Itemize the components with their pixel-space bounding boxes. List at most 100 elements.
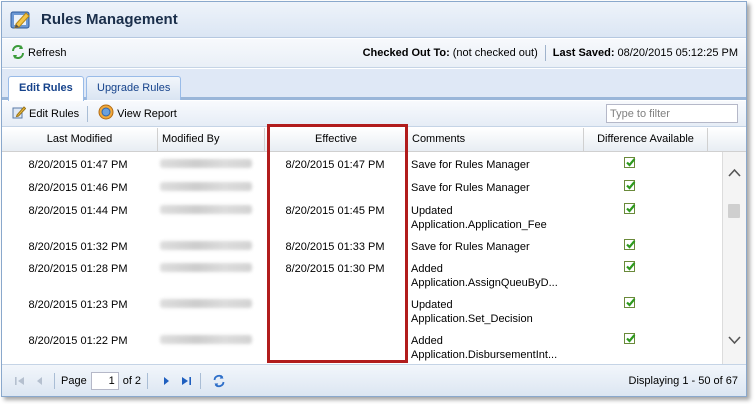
scroll-down-icon[interactable] [728,336,741,345]
checkmark-icon [624,239,636,250]
last-modified-cell: 8/20/2015 01:47 PM [28,159,128,171]
difference-checkbox[interactable] [624,203,636,214]
edit-rules-label: Edit Rules [29,107,80,120]
paging-toolbar: Page of 2 Displaying 1 - 50 of 67 [2,364,746,396]
comment-cell: Added Application.DisbursementInt... [411,334,576,362]
table-row[interactable]: 8/20/2015 01:23 PM Updated Application.Se… [2,292,722,328]
difference-checkbox[interactable] [624,157,636,168]
difference-checkbox[interactable] [624,180,636,191]
edit-rules-button[interactable]: Edit Rules [12,105,79,122]
first-page-icon[interactable] [12,373,28,389]
checkmark-icon [624,180,636,191]
comment-line-1: Save for Rules Manager [411,241,530,253]
table-row[interactable]: 8/20/2015 01:46 PM Save for Rules Manage… [2,175,722,198]
effective-cell: 8/20/2015 01:45 PM [285,205,385,217]
rules-management-window: Rules Management Refresh Checked Out To:… [1,1,747,397]
checked-out-label: Checked Out To: [362,47,450,59]
comment-line-2: Application.AssignQueuByD... [411,277,558,289]
modified-by-cell-redacted [160,158,264,172]
pager-separator [147,372,149,389]
last-saved-value: 08/20/2015 05:12:25 PM [617,47,738,59]
edit-icon [12,105,27,122]
filter-input[interactable] [606,104,738,123]
checkout-status: Checked Out To: (not checked out) Last S… [363,45,738,61]
effective-cell: 8/20/2015 01:47 PM [285,159,385,171]
table-row[interactable]: 8/20/2015 01:32 PM 8/20/2015 01:33 PM Sa… [2,234,722,256]
refresh-button[interactable]: Refresh [10,44,67,63]
tab-upgrade-rules[interactable]: Upgrade Rules [86,76,182,100]
comment-line-1: Added [411,263,443,275]
last-saved-label: Last Saved: [552,47,615,59]
modified-by-cell-redacted [160,262,264,276]
rules-app-icon [8,7,34,33]
difference-checkbox[interactable] [624,333,636,344]
comment-cell: Save for Rules Manager [411,158,576,172]
column-header-modified-by[interactable]: Modified By [158,128,265,152]
view-report-button[interactable]: View Report [98,104,177,123]
checkmark-icon [624,157,636,168]
page-count: of 2 [122,374,142,387]
last-modified-cell: 8/20/2015 01:46 PM [28,182,128,194]
page-title: Rules Management [41,11,178,28]
modified-by-cell-redacted [160,334,264,348]
previous-page-icon[interactable] [32,373,48,389]
last-modified-cell: 8/20/2015 01:23 PM [28,299,128,311]
refresh-label: Refresh [28,47,67,59]
page-number-input[interactable] [90,371,119,390]
effective-cell: 8/20/2015 01:30 PM [285,263,385,275]
comment-line-1: Save for Rules Manager [411,182,530,194]
column-header-difference-available[interactable]: Difference Available [584,128,708,152]
reload-icon[interactable] [211,373,227,389]
checkmark-icon [624,203,636,214]
tab-strip: Edit Rules Upgrade Rules [2,69,746,101]
report-icon [98,104,114,123]
table-row[interactable]: 8/20/2015 01:47 PM 8/20/2015 01:47 PM Sa… [2,152,722,175]
comment-line-1: Updated [411,205,453,217]
table-row[interactable]: 8/20/2015 01:22 PM Added Application.Disb… [2,328,722,364]
column-header-last-modified[interactable]: Last Modified [2,128,158,152]
comment-cell: Added Application.AssignQueuByD... [411,262,576,290]
comment-cell: Save for Rules Manager [411,181,576,195]
table-row[interactable]: 8/20/2015 01:44 PM 8/20/2015 01:45 PM Up… [2,198,722,234]
difference-checkbox[interactable] [624,261,636,272]
view-report-label: View Report [117,107,177,120]
last-page-icon[interactable] [178,373,194,389]
comment-line-2: Application.DisbursementInt... [411,349,558,361]
modified-by-cell-redacted [160,204,264,218]
scrollbar-thumb[interactable] [728,204,740,218]
grid-toolbar: Edit Rules View Report [2,101,746,127]
table-row[interactable]: 8/20/2015 01:28 PM 8/20/2015 01:30 PM Ad… [2,256,722,292]
modified-by-cell-redacted [160,298,264,312]
checkmark-icon [624,297,636,308]
modified-by-cell-redacted [160,181,264,195]
info-bar: Refresh Checked Out To: (not checked out… [2,39,746,68]
comment-cell: Save for Rules Manager [411,240,576,254]
column-header-comments[interactable]: Comments [408,128,584,152]
vertical-scrollbar[interactable] [722,152,746,364]
divider [544,45,546,61]
page-label: Page [61,374,87,387]
next-page-icon[interactable] [158,373,174,389]
comment-cell: Updated Application.Application_Fee [411,204,576,232]
toolbar-separator [87,105,89,122]
pager-separator [54,372,55,389]
tab-edit-rules[interactable]: Edit Rules [8,76,84,101]
checked-out-value: (not checked out) [452,47,538,59]
title-bar: Rules Management [2,2,746,38]
scroll-up-icon[interactable] [728,168,741,177]
difference-checkbox[interactable] [624,297,636,308]
comment-line-1: Updated [411,299,453,311]
difference-checkbox[interactable] [624,239,636,250]
pager-separator [200,372,202,389]
column-header-effective[interactable]: Effective [265,128,408,152]
comment-line-2: Application.Set_Decision [411,313,533,325]
comment-line-1: Save for Rules Manager [411,159,530,171]
checkmark-icon [624,333,636,344]
comment-line-2: Application.Application_Fee [411,219,547,231]
grid-header: Last Modified Modified By Effective Comm… [2,128,746,152]
display-count: Displaying 1 - 50 of 67 [628,374,738,387]
last-modified-cell: 8/20/2015 01:22 PM [28,335,128,347]
last-modified-cell: 8/20/2015 01:32 PM [28,241,128,253]
last-modified-cell: 8/20/2015 01:44 PM [28,205,128,217]
modified-by-cell-redacted [160,240,264,254]
